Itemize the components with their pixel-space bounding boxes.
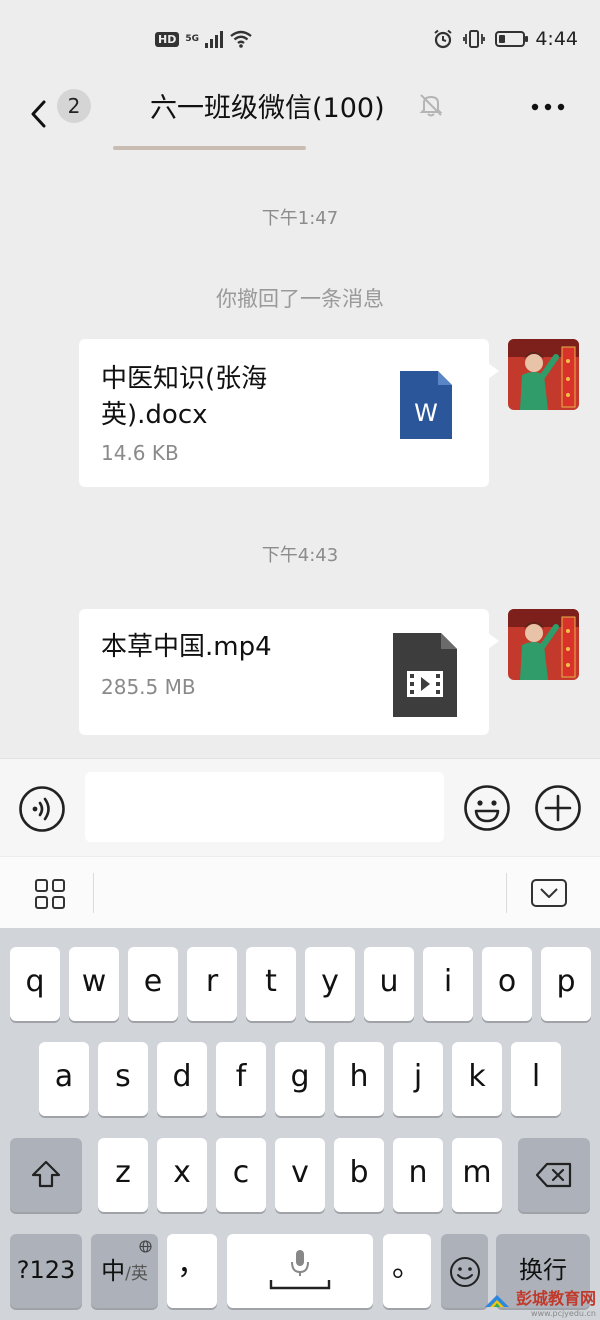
backspace-key[interactable] (518, 1138, 590, 1212)
hide-keyboard-icon[interactable] (531, 879, 567, 907)
grid-menu-icon[interactable] (35, 879, 65, 909)
file-size: 285.5 MB (101, 675, 196, 699)
language-switch-key[interactable]: 中/英 (91, 1234, 158, 1308)
key-s[interactable]: s (98, 1042, 148, 1116)
keyboard-toolbar (0, 856, 600, 929)
key-z[interactable]: z (98, 1138, 148, 1212)
timestamp: 下午4:43 (261, 545, 339, 566)
key-g[interactable]: g (275, 1042, 325, 1116)
shift-key[interactable] (10, 1138, 82, 1212)
backspace-icon (535, 1162, 572, 1188)
emoji-key[interactable] (441, 1234, 488, 1308)
globe-icon (139, 1240, 152, 1253)
status-bar: HD 5G 4:44 (0, 0, 600, 80)
space-key[interactable] (227, 1234, 373, 1308)
key-j[interactable]: j (393, 1042, 443, 1116)
key-p[interactable]: p (541, 947, 591, 1021)
key-e[interactable]: e (128, 947, 178, 1021)
comma-key[interactable]: ， (167, 1234, 217, 1308)
emoji-key-icon (449, 1257, 480, 1287)
watermark-url: www.pcjyedu.cn (531, 1309, 596, 1318)
wifi-icon (230, 30, 252, 48)
keyboard: q w e r t y u i o p a s d f g h j k l z … (0, 928, 600, 1320)
watermark-logo-icon (485, 1294, 510, 1307)
shift-icon (31, 1160, 61, 1188)
key-r[interactable]: r (187, 947, 237, 1021)
status-right: 4:44 (433, 28, 578, 50)
file-name: 中医知识(张海英).docx (101, 364, 268, 430)
battery-icon (495, 31, 529, 47)
key-h[interactable]: h (334, 1042, 384, 1116)
timestamp: 下午1:47 (261, 208, 339, 229)
input-bar (0, 758, 600, 857)
file-size: 14.6 KB (101, 441, 179, 465)
recall-notice: 你撤回了一条消息 (216, 287, 384, 311)
more-icon[interactable] (530, 102, 566, 112)
key-d[interactable]: d (157, 1042, 207, 1116)
key-v[interactable]: v (275, 1138, 325, 1212)
microphone-space-icon (269, 1250, 331, 1290)
voice-input-icon[interactable] (18, 785, 66, 833)
file-message-mp4[interactable]: 本草中国.mp4 285.5 MB (79, 609, 499, 735)
key-c[interactable]: c (216, 1138, 266, 1212)
divider (506, 873, 507, 913)
key-x[interactable]: x (157, 1138, 207, 1212)
file-message-docx[interactable]: 中医知识(张海英).docx 14.6 KB W (79, 339, 499, 487)
file-name: 本草中国.mp4 (101, 632, 272, 662)
key-n[interactable]: n (393, 1138, 443, 1212)
message-input[interactable] (85, 772, 444, 842)
network-type: 5G (185, 33, 199, 44)
key-l[interactable]: l (511, 1042, 561, 1116)
emoji-icon[interactable] (463, 784, 511, 832)
key-q[interactable]: q (10, 947, 60, 1021)
previous-image-edge (113, 146, 306, 150)
watermark: 彭城教育网 www.pcjyedu.cn (484, 1285, 596, 1318)
avatar[interactable] (508, 339, 579, 410)
chat-title[interactable]: 六一班级微信(100) (150, 86, 385, 125)
key-w[interactable]: w (69, 947, 119, 1021)
period-key[interactable]: 。 (383, 1234, 431, 1308)
lang-sub-label: /英 (125, 1264, 148, 1284)
key-u[interactable]: u (364, 947, 414, 1021)
key-k[interactable]: k (452, 1042, 502, 1116)
key-m[interactable]: m (452, 1138, 502, 1212)
key-b[interactable]: b (334, 1138, 384, 1212)
avatar[interactable] (508, 609, 579, 680)
key-o[interactable]: o (482, 947, 532, 1021)
key-t[interactable]: t (246, 947, 296, 1021)
key-f[interactable]: f (216, 1042, 266, 1116)
video-file-icon (393, 633, 457, 717)
divider (93, 873, 94, 913)
chat-header: 2 六一班级微信(100) (0, 80, 600, 148)
key-y[interactable]: y (305, 947, 355, 1021)
status-time: 4:44 (535, 28, 578, 50)
status-left: HD 5G (155, 30, 253, 48)
signal-icon (205, 30, 223, 48)
word-icon: W (400, 371, 452, 439)
key-i[interactable]: i (423, 947, 473, 1021)
unread-badge[interactable]: 2 (57, 89, 91, 123)
key-a[interactable]: a (39, 1042, 89, 1116)
watermark-text: 彭城教育网 (515, 1289, 596, 1308)
lang-main-label: 中 (101, 1257, 126, 1285)
plus-icon[interactable] (534, 784, 582, 832)
word-letter: W (414, 399, 438, 427)
vibrate-icon (463, 30, 486, 48)
numbers-key[interactable]: ?123 (10, 1234, 82, 1308)
alarm-icon (434, 29, 452, 49)
mute-bell-icon (419, 94, 443, 117)
hd-indicator: HD (155, 31, 180, 47)
